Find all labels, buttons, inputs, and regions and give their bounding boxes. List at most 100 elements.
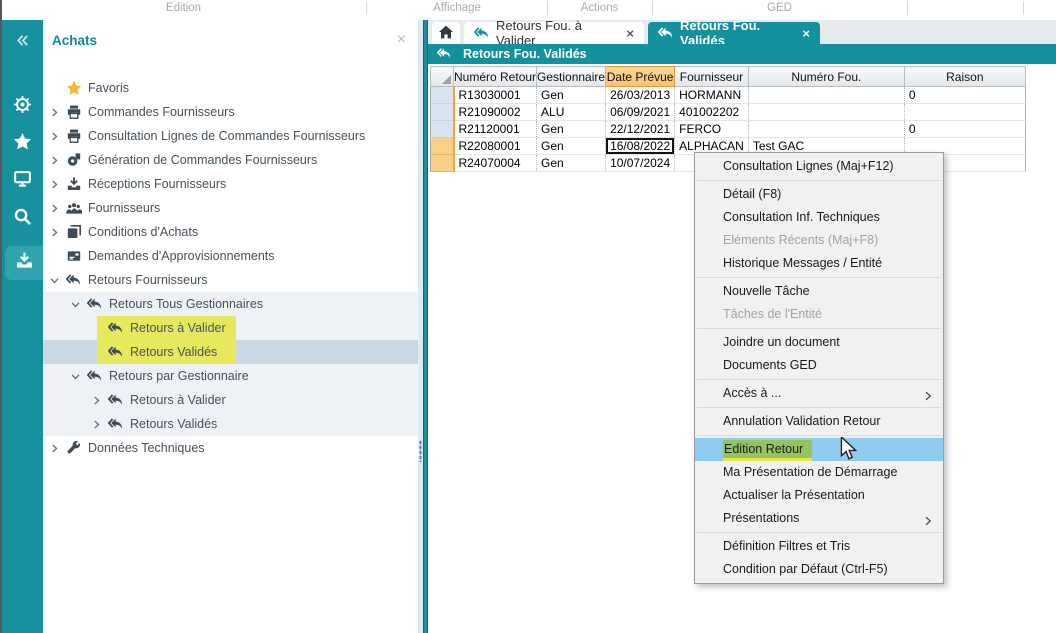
cell-gestionnaire[interactable]: ALU — [537, 104, 606, 121]
cell-gestionnaire[interactable]: Gen — [537, 138, 606, 155]
home-tab[interactable] — [432, 22, 460, 44]
chevron-right-icon — [49, 225, 63, 239]
nav-item[interactable]: Réceptions Fournisseurs — [43, 172, 418, 196]
nav-item[interactable]: Retours Validés — [43, 412, 418, 436]
cell-num-ro-retour[interactable]: R22080001 — [454, 138, 537, 155]
nav-item[interactable]: Conditions d'Achats — [43, 220, 418, 244]
menu-item[interactable]: Accès à ... — [695, 382, 943, 405]
row-selector[interactable] — [431, 138, 454, 155]
nav-item[interactable]: Retours par Gestionnaire — [43, 364, 418, 388]
row-selector[interactable] — [431, 121, 454, 138]
achats-navigation-panel: Achats × FavorisCommandes FournisseursCo… — [43, 20, 418, 633]
column-header[interactable]: Gestionnaire — [537, 67, 606, 87]
cell-num-ro-retour[interactable]: R21120001 — [454, 121, 537, 138]
panel-splitter[interactable] — [423, 20, 428, 633]
cell-date-pr-vue[interactable]: 16/08/2022 — [606, 138, 675, 155]
menu-item[interactable]: Présentations — [695, 507, 943, 530]
cell-num-ro-fou-[interactable] — [748, 104, 904, 121]
nav-item[interactable]: Commandes Fournisseurs — [43, 100, 418, 124]
cell-num-ro-fou-[interactable] — [748, 121, 904, 138]
cell-date-pr-vue[interactable]: 22/12/2021 — [606, 121, 675, 138]
sidebar-button-inbox[interactable] — [5, 246, 43, 280]
cell-date-pr-vue[interactable]: 26/03/2013 — [606, 87, 675, 104]
cell-num-ro-retour[interactable]: R24070004 — [454, 155, 537, 172]
ribbon-group-actions: Actions — [548, 2, 651, 18]
printer-icon — [65, 127, 83, 145]
menu-item[interactable]: Actualiser la Présentation — [695, 484, 943, 507]
column-header[interactable]: Raison — [904, 67, 1025, 87]
scrollbar-handle[interactable] — [419, 440, 422, 462]
cell-gestionnaire[interactable]: Gen — [537, 87, 606, 104]
nav-item[interactable]: Retours à Valider — [43, 388, 418, 412]
menu-item[interactable]: Consultation Inf. Techniques — [695, 206, 943, 229]
nav-item-label: Retours Tous Gestionnaires — [109, 297, 263, 311]
nav-item[interactable]: Consultation Lignes de Commandes Fournis… — [43, 124, 418, 148]
reply-icon — [474, 25, 490, 42]
cell-num-ro-retour[interactable]: R21090002 — [454, 104, 537, 121]
menu-item[interactable]: Joindre un document — [695, 331, 943, 354]
panel-close-icon[interactable]: × — [397, 32, 406, 48]
cell-fournisseur[interactable]: FERCO — [675, 121, 749, 138]
column-header[interactable]: Date Prévue — [606, 67, 675, 87]
sidebar-button-search[interactable] — [2, 202, 43, 236]
menu-item-label: Consultation Lignes (Maj+F12) — [723, 159, 894, 173]
sidebar-button-monitor[interactable] — [2, 164, 43, 198]
menu-separator — [697, 379, 941, 380]
select-all-header[interactable] — [431, 67, 454, 87]
menu-item[interactable]: Condition par Défaut (Ctrl-F5) — [695, 558, 943, 581]
menu-item[interactable]: Détail (F8) — [695, 183, 943, 206]
nav-item[interactable]: Retours Tous Gestionnaires — [43, 292, 418, 316]
menu-item[interactable]: Nouvelle Tâche — [695, 280, 943, 303]
wrench-icon — [65, 439, 83, 457]
ribbon-group-edition: Edition — [2, 2, 365, 18]
yellow-highlight: Retours à Valider — [97, 316, 236, 340]
cell-date-pr-vue[interactable]: 10/07/2024 — [606, 155, 675, 172]
menu-item[interactable]: Définition Filtres et Tris — [695, 535, 943, 558]
cell-num-ro-fou-[interactable] — [748, 87, 904, 104]
column-header[interactable]: Fournisseur — [675, 67, 749, 87]
tab-close-icon[interactable]: × — [626, 26, 634, 41]
reply-icon — [86, 295, 104, 313]
nav-item[interactable]: Demandes d'Approvisionnements — [43, 244, 418, 268]
menu-item[interactable]: Edition Retour — [695, 438, 943, 461]
nav-item[interactable]: Favoris — [43, 76, 418, 100]
tab-inactive[interactable]: Retours Fou. à Valider× — [464, 22, 644, 44]
tab-close-icon[interactable]: × — [802, 26, 810, 41]
row-selector[interactable] — [431, 104, 454, 121]
sidebar-button-star[interactable] — [2, 127, 43, 161]
menu-item[interactable]: Historique Messages / Entité — [695, 252, 943, 275]
cell-fournisseur[interactable]: HORMANN — [675, 87, 749, 104]
menu-separator — [697, 277, 941, 278]
row-selector[interactable] — [431, 87, 454, 104]
cell-gestionnaire[interactable]: Gen — [537, 155, 606, 172]
chevron-right-icon — [49, 201, 63, 215]
cell-gestionnaire[interactable]: Gen — [537, 121, 606, 138]
menu-item[interactable]: Annulation Validation Retour — [695, 410, 943, 433]
menu-item[interactable]: Ma Présentation de Démarrage — [695, 461, 943, 484]
menu-item[interactable]: Documents GED — [695, 354, 943, 377]
menu-item-label: Eléments Récents (Maj+F8) — [723, 233, 878, 247]
nav-item[interactable]: Retours Fournisseurs — [43, 268, 418, 292]
row-selector[interactable] — [431, 155, 454, 172]
collapse-panel-button[interactable] — [2, 28, 43, 58]
menu-item: Eléments Récents (Maj+F8) — [695, 229, 943, 252]
cell-fournisseur[interactable]: 401002202 — [675, 104, 749, 121]
column-header[interactable]: Numéro Retour — [454, 67, 537, 87]
chevron-spacer — [49, 81, 63, 95]
tab-active[interactable]: Retours Fou. Validés× — [648, 22, 820, 44]
nav-item[interactable]: Retours à Valider — [43, 316, 418, 340]
menu-item[interactable]: Consultation Lignes (Maj+F12) — [695, 155, 943, 178]
nav-item[interactable]: Fournisseurs — [43, 196, 418, 220]
nav-item[interactable]: Données Techniques — [43, 436, 418, 460]
cell-raison[interactable]: 0 — [904, 121, 1025, 138]
cell-num-ro-retour[interactable]: R13030001 — [454, 87, 537, 104]
cell-raison[interactable] — [904, 104, 1025, 121]
column-header[interactable]: Numéro Fou. — [748, 67, 904, 87]
menu-item-label: Actualiser la Présentation — [723, 488, 865, 502]
cell-raison[interactable]: 0 — [904, 87, 1025, 104]
sidebar-button-wheel[interactable] — [2, 90, 43, 124]
nav-item[interactable]: Génération de Commandes Fournisseurs — [43, 148, 418, 172]
nav-item[interactable]: Retours Validés — [43, 340, 418, 364]
chevron-right-icon — [49, 129, 63, 143]
cell-date-pr-vue[interactable]: 06/09/2021 — [606, 104, 675, 121]
